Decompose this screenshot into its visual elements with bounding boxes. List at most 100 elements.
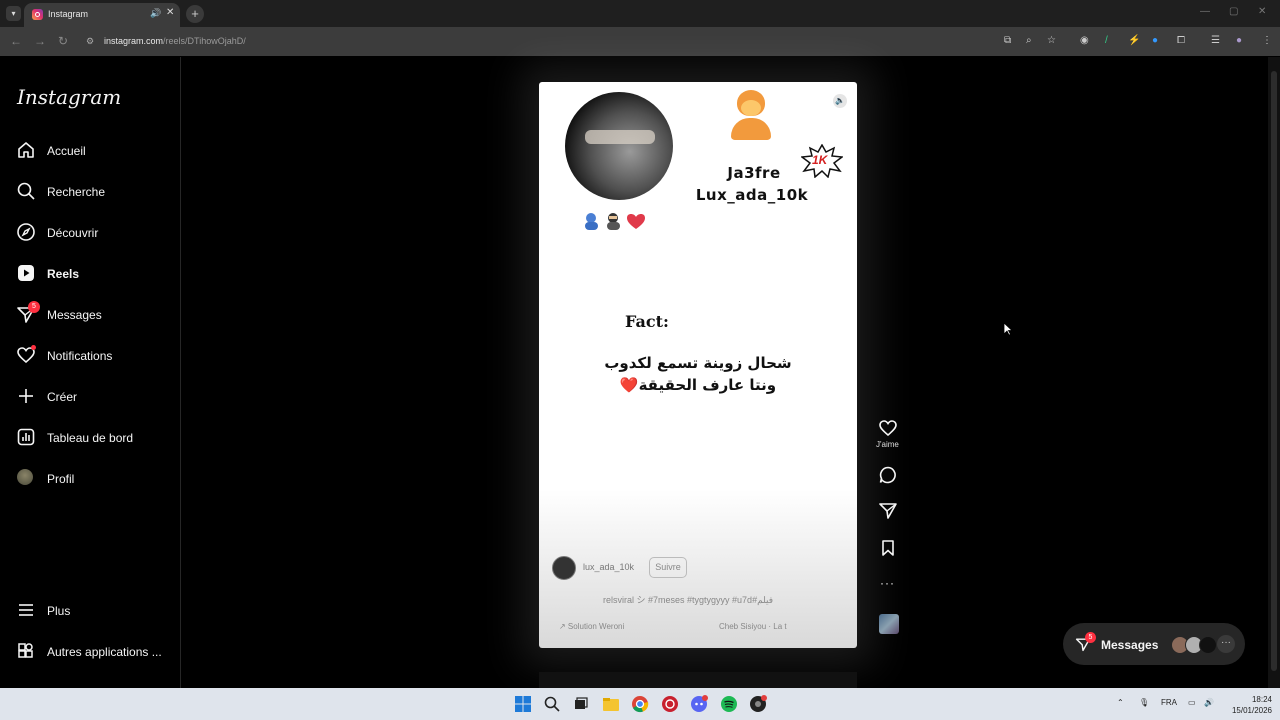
network-icon[interactable]: ▭ xyxy=(1188,698,1196,707)
instagram-logo[interactable]: Instagram xyxy=(17,85,121,109)
mouse-cursor-icon xyxy=(1003,322,1013,336)
scrollbar-thumb[interactable] xyxy=(1271,71,1277,671)
reel-video[interactable]: 🔈 1K Ja3fre Lux_ada_10k Fact: شحال زوينة… xyxy=(539,82,857,648)
audio-thumbnail[interactable] xyxy=(879,614,899,634)
reel-caption-line1: شحال زوينة تسمع لكدوب xyxy=(604,354,792,372)
bookmark-star-icon[interactable]: ☆ xyxy=(1047,35,1056,46)
sidebar-item-autres-applications[interactable]: Autres applications ... xyxy=(16,639,176,667)
extension-icon[interactable]: / xyxy=(1105,35,1108,46)
like-label: J'aime xyxy=(876,440,899,449)
unread-badge: 5 xyxy=(1085,632,1096,643)
sidebar-item-recherche[interactable]: Recherche xyxy=(16,179,176,207)
next-reel-preview[interactable] xyxy=(539,672,857,688)
sidebar-item-label: Découvrir xyxy=(47,226,99,240)
site-info-icon[interactable]: ⚙ xyxy=(86,36,94,47)
sidebar-item-tableau-de-bord[interactable]: Tableau de bord xyxy=(16,425,176,453)
unread-badge: 5 xyxy=(28,301,40,313)
close-tab-icon[interactable]: ✕ xyxy=(166,7,174,18)
reel-title-line2: Lux_ada_10k xyxy=(695,186,809,204)
extensions-puzzle-icon[interactable]: ⧠ xyxy=(1177,35,1185,46)
zoom-icon[interactable]: ⌕ xyxy=(1026,35,1032,46)
tab-instagram[interactable]: Instagram 🔊 ✕ xyxy=(24,3,180,27)
reading-list-icon[interactable]: ☰ xyxy=(1211,35,1220,46)
more-icon[interactable]: ··· xyxy=(1217,635,1235,653)
reel-author-username[interactable]: lux_ada_10k xyxy=(583,562,634,572)
new-tab-button[interactable]: + xyxy=(186,5,204,23)
tab-title: Instagram xyxy=(48,9,89,19)
chrome-menu-icon[interactable]: ⋮ xyxy=(1262,35,1272,46)
avatar xyxy=(17,469,33,485)
address-toolbar: ← → ↻ ⚙ instagram.com/reels/DTihowOjahD/… xyxy=(0,27,1280,56)
extension-icon[interactable]: ⚡ xyxy=(1128,35,1140,46)
apps-icon xyxy=(18,643,33,658)
tab-search-button[interactable]: ▾ xyxy=(6,6,21,21)
mute-icon[interactable]: 🔈 xyxy=(833,94,847,108)
reel-profile-image xyxy=(565,92,673,200)
url-text[interactable]: instagram.com/reels/DTihowOjahD/ xyxy=(104,36,246,46)
person-emoji-icon xyxy=(729,88,773,140)
chrome-icon[interactable] xyxy=(631,695,649,713)
page-scrollbar[interactable] xyxy=(1268,57,1280,688)
extension-icon[interactable]: ● xyxy=(1152,35,1158,46)
windows-taskbar: ⌃ 🎙 FRA ▭ 🔊 18:24 15/01/2026 xyxy=(0,688,1280,720)
comment-icon[interactable] xyxy=(878,465,898,485)
menu-icon xyxy=(19,604,33,616)
extension-icon[interactable]: ◉ xyxy=(1080,35,1089,46)
reel-author-avatar[interactable] xyxy=(552,556,576,580)
app-icon[interactable] xyxy=(749,695,767,713)
language-indicator[interactable]: FRA xyxy=(1161,698,1177,707)
system-clock[interactable]: 18:24 15/01/2026 xyxy=(1222,694,1272,716)
windows-start-icon[interactable] xyxy=(514,695,532,713)
forward-icon[interactable]: → xyxy=(34,34,46,48)
share-icon[interactable] xyxy=(878,500,898,520)
show-hidden-icons[interactable]: ⌃ xyxy=(1117,698,1124,707)
messages-label: Messages xyxy=(1101,638,1159,652)
clock-date: 15/01/2026 xyxy=(1231,706,1272,715)
audio-credit[interactable]: ↗ Solution Weroni xyxy=(559,622,624,631)
notification-dot xyxy=(31,345,36,350)
minimize-icon[interactable]: — xyxy=(1200,6,1210,17)
reel-title-line1: Ja3fre xyxy=(727,164,781,182)
more-options-icon[interactable]: ··· xyxy=(880,576,895,590)
reels-icon xyxy=(18,265,34,281)
clock-time: 18:24 xyxy=(1251,695,1272,704)
sidebar-item-reels[interactable]: Reels xyxy=(16,261,176,289)
microphone-icon[interactable]: 🎙 xyxy=(1139,698,1149,707)
reel-hashtags[interactable]: relsviral シ #7meses #tygtygyyy #u7d#فيلم xyxy=(603,593,773,606)
sidebar-item-accueil[interactable]: Accueil xyxy=(16,138,176,166)
burst-badge-text: 1K xyxy=(812,153,828,167)
task-view-icon[interactable] xyxy=(572,695,590,713)
search-icon[interactable] xyxy=(543,695,561,713)
sidebar-item-label: Créer xyxy=(47,390,78,404)
sidebar-item-decouvrir[interactable]: Découvrir xyxy=(16,220,176,248)
omnibox[interactable]: ⚙ instagram.com/reels/DTihowOjahD/ xyxy=(80,30,1000,53)
instagram-favicon-icon xyxy=(32,9,43,20)
reload-icon[interactable]: ↻ xyxy=(58,34,68,48)
discord-icon[interactable] xyxy=(690,695,708,713)
spotify-icon[interactable] xyxy=(720,695,738,713)
instagram-sidebar: Instagram Accueil Recherche Découvrir Re… xyxy=(0,57,181,688)
sidebar-item-notifications[interactable]: Notifications xyxy=(16,343,176,371)
close-window-icon[interactable]: ✕ xyxy=(1258,6,1266,17)
sidebar-item-label: Messages xyxy=(47,308,102,322)
emoji-row xyxy=(585,213,645,230)
messages-drawer-button[interactable]: 5 Messages ··· xyxy=(1063,623,1245,665)
profile-avatar-icon[interactable]: ● xyxy=(1236,35,1242,46)
save-bookmark-icon[interactable] xyxy=(878,538,898,558)
like-heart-icon[interactable] xyxy=(878,418,898,438)
audio-track[interactable]: Cheb Sisiyou · La t xyxy=(719,622,787,631)
sidebar-item-creer[interactable]: Créer xyxy=(16,384,176,412)
sidebar-item-profil[interactable]: Profil xyxy=(16,466,176,494)
volume-icon[interactable]: 🔊 xyxy=(1204,698,1214,707)
app-icon[interactable] xyxy=(661,695,679,713)
fact-heading: Fact: xyxy=(625,312,669,331)
search-icon xyxy=(17,182,35,200)
follow-button[interactable]: Suivre xyxy=(649,557,687,578)
sidebar-item-messages[interactable]: 5 Messages xyxy=(16,301,176,330)
sidebar-item-plus[interactable]: Plus xyxy=(16,598,176,626)
back-icon[interactable]: ← xyxy=(10,34,22,48)
file-explorer-icon[interactable] xyxy=(602,695,620,713)
speaker-icon[interactable]: 🔊 xyxy=(150,8,161,19)
install-app-icon[interactable]: ⧉ xyxy=(1004,35,1011,46)
maximize-icon[interactable]: ▢ xyxy=(1229,6,1238,17)
